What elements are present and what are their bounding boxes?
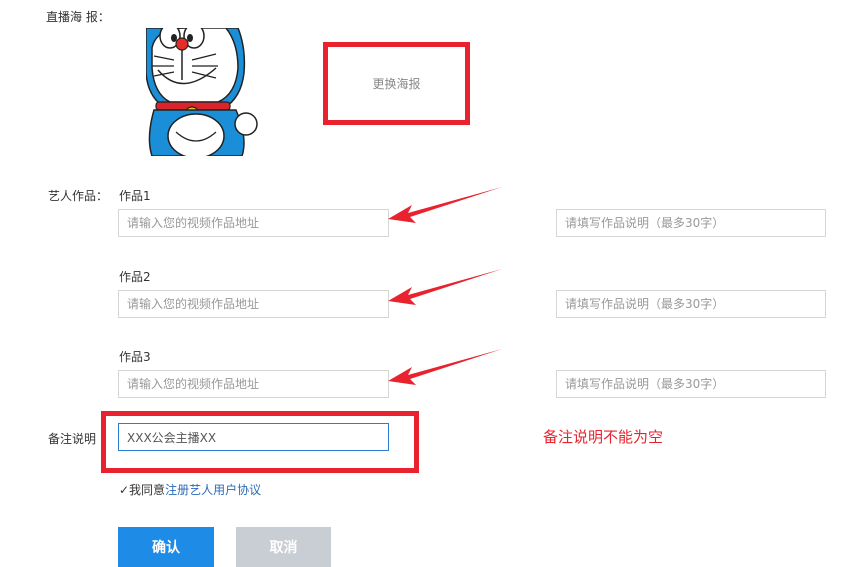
poster-image — [146, 28, 258, 156]
annotation-arrow-1 — [388, 187, 502, 223]
work-3-desc-input[interactable] — [556, 370, 826, 398]
work-1-url-input[interactable] — [118, 209, 389, 237]
work-2-title: 作品2 — [119, 270, 151, 284]
confirm-button[interactable]: 确认 — [118, 527, 214, 567]
agreement-link[interactable]: 注册艺人用户协议 — [165, 483, 261, 497]
agreement-checkbox[interactable]: ✓我同意 — [119, 483, 165, 497]
change-poster-label: 更换海报 — [372, 77, 421, 91]
work-3-url-input[interactable] — [118, 370, 389, 398]
remark-error-text: 备注说明不能为空 — [543, 428, 664, 446]
works-label: 艺人作品： — [48, 189, 109, 203]
remark-input[interactable] — [118, 423, 389, 451]
annotation-arrow-3 — [388, 349, 502, 385]
work-1-title: 作品1 — [119, 189, 151, 203]
change-poster-button[interactable]: 更换海报 — [328, 47, 465, 120]
work-2-desc-input[interactable] — [556, 290, 826, 318]
work-3-title: 作品3 — [119, 350, 151, 364]
annotation-arrow-2 — [388, 269, 502, 305]
poster-label: 直播海 报： — [46, 10, 110, 24]
remark-label: 备注说明 — [48, 432, 97, 446]
doraemon-illustration — [146, 28, 258, 156]
cancel-button[interactable]: 取消 — [236, 527, 331, 567]
work-2-url-input[interactable] — [118, 290, 389, 318]
work-1-desc-input[interactable] — [556, 209, 826, 237]
agreement-row: ✓我同意注册艺人用户协议 — [119, 481, 261, 498]
